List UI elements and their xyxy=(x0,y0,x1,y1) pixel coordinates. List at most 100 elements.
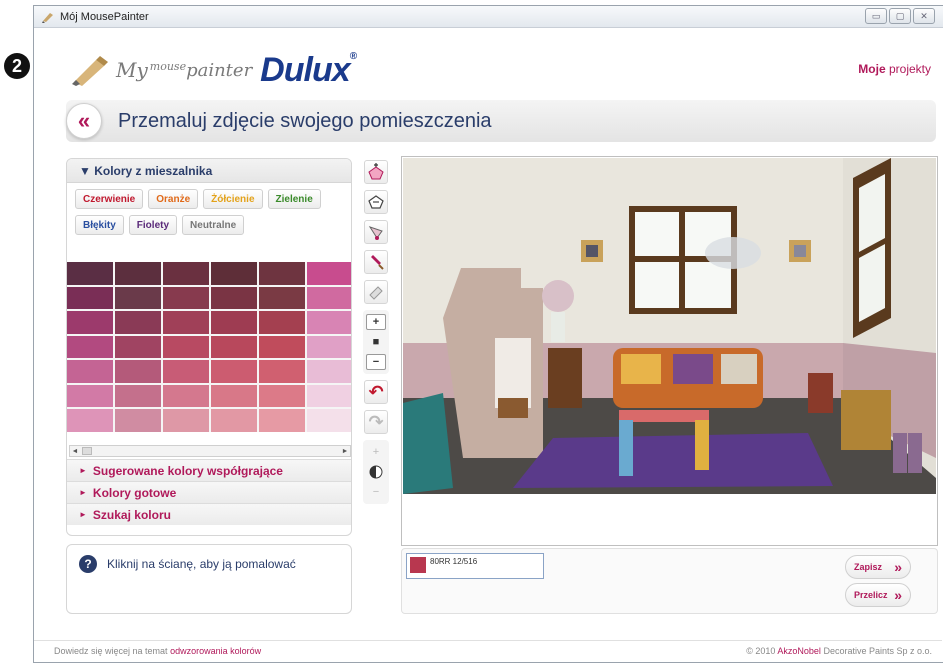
scroll-thumb[interactable] xyxy=(82,447,92,455)
color-swatch[interactable] xyxy=(163,311,209,334)
color-swatch[interactable] xyxy=(67,409,113,432)
window-title: Mój MousePainter xyxy=(60,10,149,23)
brush-tool[interactable] xyxy=(364,250,388,274)
zoom-in-button[interactable]: + xyxy=(366,314,386,330)
color-swatch[interactable] xyxy=(163,384,209,408)
redo-button[interactable]: ↷ xyxy=(364,410,388,434)
color-swatch[interactable] xyxy=(115,286,161,310)
selected-color-chip[interactable]: 80RR 12/516 xyxy=(406,553,544,579)
color-swatch[interactable] xyxy=(211,335,257,359)
color-swatch[interactable] xyxy=(211,384,257,408)
color-swatch[interactable] xyxy=(115,409,161,432)
room-photo[interactable] xyxy=(403,158,936,494)
footer-left-text: Dowiedz się więcej na temat xyxy=(54,645,171,656)
contrast-icon[interactable] xyxy=(366,464,386,480)
minimize-button[interactable]: ▭ xyxy=(865,8,887,24)
color-swatch[interactable] xyxy=(67,311,113,334)
chip-violets[interactable]: Fiolety xyxy=(128,215,178,235)
color-swatch[interactable] xyxy=(67,360,113,383)
mixer-colors-header[interactable]: ▼ Kolory z mieszalnika xyxy=(67,159,351,183)
paint-fill-tool[interactable] xyxy=(364,220,388,244)
window-controls: ▭ ▢ ✕ xyxy=(865,8,935,24)
color-swatch[interactable] xyxy=(67,262,113,285)
my-projects-link[interactable]: Moje projekty xyxy=(858,62,931,76)
color-swatch[interactable] xyxy=(115,311,161,334)
zoom-reset-button[interactable]: ■ xyxy=(366,334,386,350)
color-swatch[interactable] xyxy=(115,335,161,359)
chip-blues[interactable]: Błękity xyxy=(75,215,124,235)
page-title: Przemaluj zdjęcie swojego pomieszczenia xyxy=(118,109,492,132)
color-swatch[interactable] xyxy=(115,384,161,408)
color-swatch[interactable] xyxy=(307,409,351,432)
chip-oranges[interactable]: Oranże xyxy=(148,189,199,209)
color-swatch[interactable] xyxy=(259,409,305,432)
contrast-half-circle-icon xyxy=(369,465,383,479)
color-swatch[interactable] xyxy=(163,409,209,432)
color-rendering-link[interactable]: odwzorowania kolorów xyxy=(170,646,261,656)
color-swatch[interactable] xyxy=(307,262,351,285)
app-logo: My mousepainter Dulux® xyxy=(70,50,357,90)
color-swatch[interactable] xyxy=(67,286,113,310)
accordion-ready-colors[interactable]: ► Kolory gotowe xyxy=(67,481,351,503)
scroll-left-icon[interactable]: ◄ xyxy=(70,446,80,456)
color-swatch[interactable] xyxy=(307,286,351,310)
eraser-tool[interactable] xyxy=(364,280,388,304)
chip-greens[interactable]: Zielenie xyxy=(267,189,321,209)
footer-left: Dowiedz się więcej na temat odwzorowania… xyxy=(54,646,261,656)
color-swatch[interactable] xyxy=(67,335,113,359)
scroll-right-icon[interactable]: ► xyxy=(340,446,350,456)
color-swatch[interactable] xyxy=(163,262,209,285)
accordion-suggested-colors[interactable]: ► Sugerowane kolory współgrające xyxy=(67,459,351,481)
recalculate-button[interactable]: Przelicz » xyxy=(845,583,911,607)
logo-my: My xyxy=(116,58,148,82)
color-swatch[interactable] xyxy=(211,262,257,285)
color-swatch[interactable] xyxy=(307,335,351,359)
chip-reds[interactable]: Czerwienie xyxy=(75,189,144,209)
color-swatch[interactable] xyxy=(211,409,257,432)
back-button[interactable]: « xyxy=(66,103,102,139)
undo-button[interactable]: ↶ xyxy=(364,380,388,404)
color-swatch[interactable] xyxy=(307,311,351,334)
akzonobel-link[interactable]: AkzoNobel xyxy=(777,646,821,656)
add-area-tool[interactable] xyxy=(364,160,388,184)
selected-color-swatch xyxy=(410,557,426,573)
close-button[interactable]: ✕ xyxy=(913,8,935,24)
maximize-button[interactable]: ▢ xyxy=(889,8,911,24)
color-swatch[interactable] xyxy=(211,286,257,310)
brightness-plus-button[interactable]: + xyxy=(366,444,386,460)
swatch-scrollbar[interactable]: ◄ ► xyxy=(69,445,351,457)
color-panel: ▼ Kolory z mieszalnika Czerwienie Oranże… xyxy=(66,158,352,536)
color-swatch[interactable] xyxy=(163,286,209,310)
color-swatch[interactable] xyxy=(259,335,305,359)
color-swatch[interactable] xyxy=(211,311,257,334)
brightness-minus-button[interactable]: − xyxy=(366,484,386,500)
color-swatch[interactable] xyxy=(163,335,209,359)
chip-neutrals[interactable]: Neutralne xyxy=(182,215,245,235)
color-swatch[interactable] xyxy=(259,384,305,408)
color-swatch[interactable] xyxy=(259,311,305,334)
tool-column: + ■ − ↶ ↷ + − xyxy=(361,160,391,504)
save-label: Zapisz xyxy=(854,562,883,572)
selected-color-code: 80RR 12/516 xyxy=(430,557,478,566)
brightness-controls: + − xyxy=(363,440,389,504)
zoom-out-button[interactable]: − xyxy=(366,354,386,370)
color-swatch[interactable] xyxy=(259,360,305,383)
accordion-search-color[interactable]: ► Szukaj koloru xyxy=(67,503,351,525)
color-swatch[interactable] xyxy=(163,360,209,383)
save-button[interactable]: Zapisz » xyxy=(845,555,911,579)
eraser-icon xyxy=(369,286,383,300)
photo-canvas[interactable] xyxy=(401,156,938,546)
chip-yellows[interactable]: Żółcienie xyxy=(203,189,263,209)
color-swatch[interactable] xyxy=(115,262,161,285)
color-swatch-grid xyxy=(67,262,351,432)
color-swatch[interactable] xyxy=(115,360,161,383)
color-swatch[interactable] xyxy=(211,360,257,383)
color-accordion: ► Sugerowane kolory współgrające ► Kolory … xyxy=(67,459,351,525)
color-swatch[interactable] xyxy=(307,384,351,408)
color-swatch[interactable] xyxy=(259,286,305,310)
color-swatch[interactable] xyxy=(67,384,113,408)
copyright-text: © 2010 xyxy=(746,645,778,656)
color-swatch[interactable] xyxy=(307,360,351,383)
edit-area-tool[interactable] xyxy=(364,190,388,214)
color-swatch[interactable] xyxy=(259,262,305,285)
